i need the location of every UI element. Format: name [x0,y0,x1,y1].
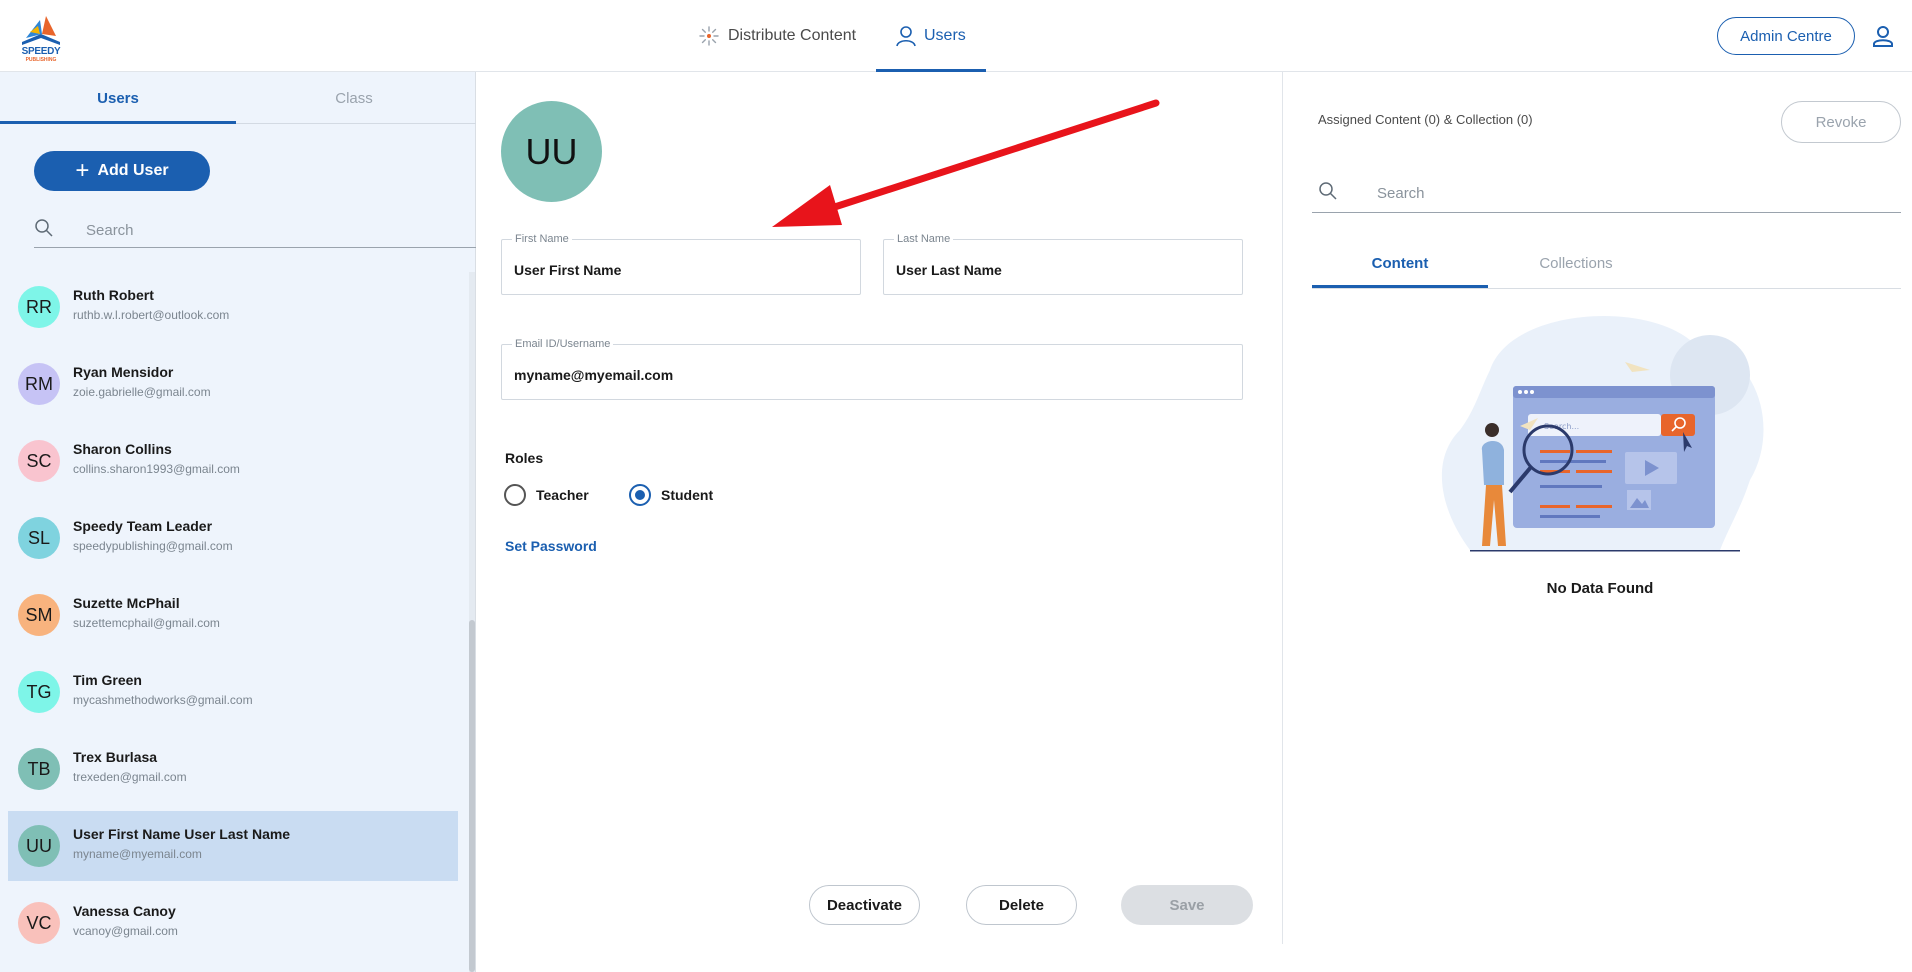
delete-button[interactable]: Delete [966,885,1077,925]
no-data-text: No Data Found [1546,580,1654,597]
user-name: Sharon Collins [73,441,172,457]
user-email: mycashmethodworks@gmail.com [73,693,253,707]
user-email: myname@myemail.com [73,847,202,861]
radio-checked-icon [629,484,651,506]
right-tab-divider [1312,288,1901,289]
role-student-label: Student [661,487,714,503]
last-name-field[interactable]: Last Name User Last Name [883,233,1243,295]
user-email: trexeden@gmail.com [73,770,187,784]
avatar: UU [18,825,60,867]
user-list: RR Ruth Robert ruthb.w.l.robert@outlook.co… [0,272,470,972]
user-list-item[interactable]: TB Trex Burlasa trexeden@gmail.com [8,734,458,804]
set-password-link[interactable]: Set Password [505,538,597,554]
last-name-value[interactable]: User Last Name [896,262,1002,278]
user-search-input[interactable] [84,218,464,242]
user-name: User First Name User Last Name [73,826,291,842]
user-list-item[interactable]: RM Ryan Mensidor zoie.gabrielle@gmail.com [8,349,458,419]
tab-distribute-content-label: Distribute Content [728,27,857,44]
content-search [1312,173,1901,213]
users-sidebar: Users Class + Add User RR Ruth Robert ruth… [0,72,476,972]
email-field[interactable]: Email ID/Username myname@myemail.com [501,338,1243,400]
avatar: RM [18,363,60,405]
speedy-publishing-logo[interactable]: SPEEDY PUBLISHING [16,12,66,63]
admin-centre-button[interactable]: Admin Centre [1717,17,1855,55]
user-list-item[interactable]: RR Ruth Robert ruthb.w.l.robert@outlook.co… [8,272,458,342]
tab-collections[interactable]: Collections [1488,238,1664,288]
user-name: Ruth Robert [73,287,154,303]
user-email: suzettemcphail@gmail.com [73,616,220,630]
revoke-button[interactable]: Revoke [1781,101,1901,143]
avatar: TG [18,671,60,713]
email-value[interactable]: myname@myemail.com [514,367,673,383]
tab-content[interactable]: Content [1312,238,1488,288]
role-teacher-label: Teacher [536,487,589,503]
panel-divider [1282,72,1283,944]
assigned-content-heading: Assigned Content (0) & Collection (0) [1318,112,1533,127]
user-email: ruthb.w.l.robert@outlook.com [73,308,230,322]
content-search-input[interactable] [1375,181,1875,205]
user-list-item[interactable]: VC Vanessa Canoy vcanoy@gmail.com [8,888,458,958]
tab-users[interactable]: Users [876,0,986,72]
book-logo-icon [22,16,60,45]
tab-users-label: Users [924,27,966,44]
user-name: Tim Green [73,672,142,688]
search-icon [34,218,54,243]
avatar: RR [18,286,60,328]
email-label: Email ID/Username [512,338,614,350]
user-avatar-large[interactable]: UU [501,101,602,202]
roles-label: Roles [505,450,544,466]
avatar: SC [18,440,60,482]
save-button[interactable]: Save [1121,885,1253,925]
profile-icon[interactable] [1872,24,1894,48]
role-teacher-radio[interactable]: Teacher [504,484,589,506]
sparkle-icon [698,25,720,47]
user-email: speedypublishing@gmail.com [73,539,233,553]
first-name-field[interactable]: First Name User First Name [501,233,861,295]
role-student-radio[interactable]: Student [629,484,713,506]
user-name: Trex Burlasa [73,749,158,765]
avatar: VC [18,902,60,944]
empty-state-illustration: Search... [1441,316,1764,552]
sidebar-tab-class[interactable]: Class [236,72,472,124]
user-list-item[interactable]: SM Suzette McPhail suzettemcphail@gmail.co… [8,580,458,650]
avatar: SM [18,594,60,636]
plus-icon: + [75,157,90,184]
user-list-scrollbar-thumb[interactable] [469,620,475,972]
avatar: TB [18,748,60,790]
user-name: Vanessa Canoy [73,903,176,919]
sidebar-tab-users[interactable]: Users [0,72,236,124]
radio-unchecked-icon [504,484,526,506]
user-name: Speedy Team Leader [73,518,213,534]
user-list-item[interactable]: SC Sharon Collins collins.sharon1993@gmail… [8,426,458,496]
search-icon [1318,181,1338,206]
right-tab-indicator [1312,285,1488,288]
user-list-item[interactable]: SL Speedy Team Leader speedypublishing@gma… [8,503,458,573]
logo-text: SPEEDY [21,46,61,57]
user-email: collins.sharon1993@gmail.com [73,462,240,476]
user-email: zoie.gabrielle@gmail.com [73,385,211,399]
add-user-label: Add User [97,162,169,179]
user-name: Ryan Mensidor [73,364,174,380]
user-outline-icon [896,25,916,47]
logo-subtext: PUBLISHING [25,57,57,63]
user-email: vcanoy@gmail.com [73,924,178,938]
sidebar-tab-indicator [0,121,236,124]
first-name-value[interactable]: User First Name [514,262,621,278]
first-name-label: First Name [512,233,572,245]
add-user-button[interactable]: + Add User [34,151,210,191]
tab-distribute-content[interactable]: Distribute Content [698,0,856,72]
user-list-item[interactable]: UU User First Name User Last Name myname@m… [8,811,458,881]
user-search [34,212,476,248]
deactivate-button[interactable]: Deactivate [809,885,920,925]
top-navigation-bar: SPEEDY PUBLISHING Distribute Content Use… [0,0,1912,72]
avatar: SL [18,517,60,559]
user-list-item[interactable]: TG Tim Green mycashmethodworks@gmail.com [8,657,458,727]
red-annotation-arrow [772,99,1160,227]
user-name: Suzette McPhail [73,595,180,611]
